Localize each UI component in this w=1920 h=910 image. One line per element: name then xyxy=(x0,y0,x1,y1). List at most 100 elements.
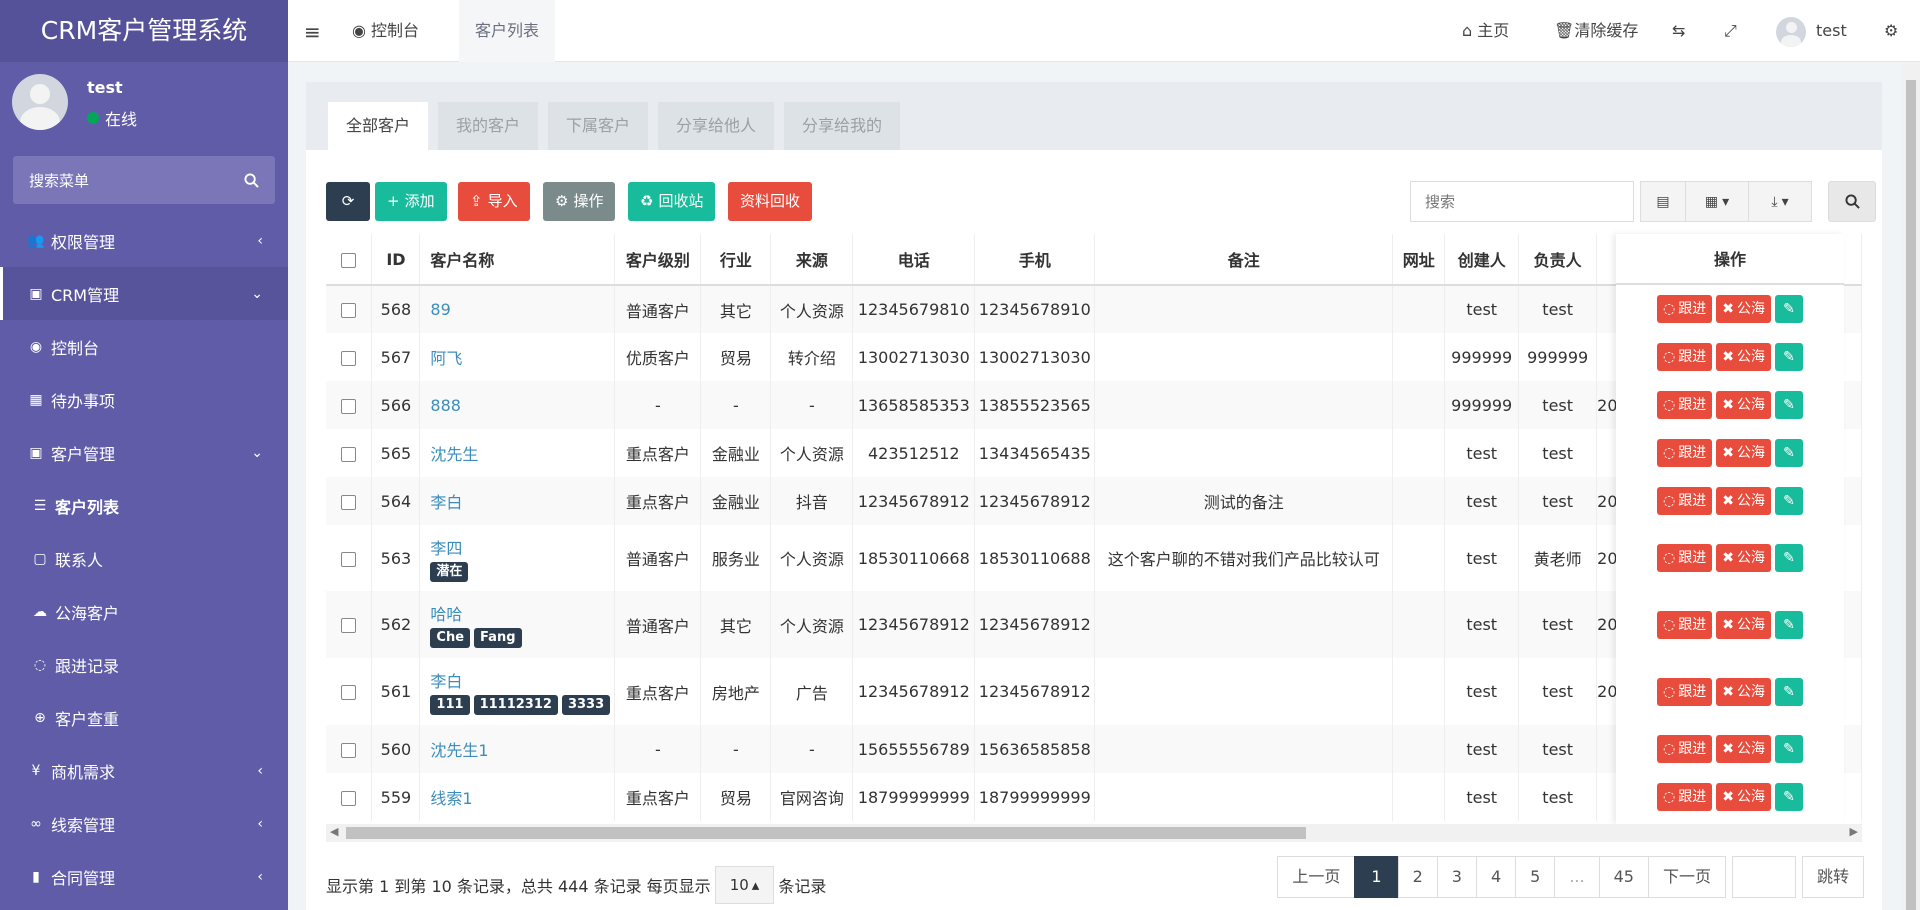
header-avatar[interactable] xyxy=(1776,17,1806,47)
fullscreen-icon[interactable]: ⤢ xyxy=(1724,0,1737,62)
sidebar-item-8[interactable]: ◌ 跟进记录 xyxy=(0,638,288,691)
customer-name-link[interactable]: 李白 xyxy=(430,489,613,513)
follow-up-button[interactable]: ◌ 跟进 xyxy=(1657,610,1713,639)
scroll-right-icon[interactable]: ▶ xyxy=(1850,825,1858,838)
row-checkbox[interactable] xyxy=(326,658,373,725)
tab-all-customers[interactable]: 全部客户 xyxy=(328,102,429,150)
checkbox[interactable] xyxy=(341,446,357,462)
page-button[interactable]: 4 xyxy=(1475,856,1517,898)
checkbox[interactable] xyxy=(341,350,357,366)
customer-name-link[interactable]: 沈先生1 xyxy=(430,737,613,761)
move-to-pool-button[interactable]: ✖ 公海 xyxy=(1716,487,1771,515)
customer-name-link[interactable]: 哈哈 xyxy=(430,601,613,625)
sidebar-item-10[interactable]: ¥ 商机需求 ‹ xyxy=(0,744,288,797)
scroll-left-icon[interactable]: ◀ xyxy=(330,825,338,838)
follow-up-button[interactable]: ◌ 跟进 xyxy=(1657,783,1713,811)
move-to-pool-button[interactable]: ✖ 公海 xyxy=(1716,610,1771,639)
clear-cache-button[interactable]: 🗑清除缓存 xyxy=(1554,0,1638,62)
sidebar-item-2[interactable]: ◉ 控制台 xyxy=(0,320,288,373)
edit-button[interactable]: ✎ xyxy=(1774,343,1803,371)
sidebar-item-6[interactable]: ▢ 联系人 xyxy=(0,532,288,585)
follow-up-button[interactable]: ◌ 跟进 xyxy=(1657,735,1713,763)
sidebar-item-4[interactable]: ▣ 客户管理 ⌄ xyxy=(0,426,288,479)
col-header[interactable]: 客户名称 xyxy=(419,234,616,286)
move-to-pool-button[interactable]: ✖ 公海 xyxy=(1716,439,1771,467)
vertical-scroll-thumb[interactable] xyxy=(1906,80,1916,910)
follow-up-button[interactable]: ◌ 跟进 xyxy=(1657,391,1713,419)
follow-up-button[interactable]: ◌ 跟进 xyxy=(1657,544,1713,572)
customer-name-link[interactable]: 李白 xyxy=(430,668,613,692)
row-checkbox[interactable] xyxy=(326,773,373,821)
move-to-pool-button[interactable]: ✖ 公海 xyxy=(1716,295,1771,323)
move-to-pool-button[interactable]: ✖ 公海 xyxy=(1716,343,1771,371)
advanced-search-button[interactable] xyxy=(1828,181,1876,222)
tab-sub-customers[interactable]: 下属客户 xyxy=(548,102,649,150)
customer-name-cell[interactable]: 沈先生1 xyxy=(419,725,616,773)
prev-page-button[interactable]: 上一页 xyxy=(1277,856,1356,898)
search-icon[interactable] xyxy=(244,172,259,188)
page-button[interactable]: ... xyxy=(1554,856,1600,898)
horizontal-scrollbar[interactable]: ◀ ▶ xyxy=(326,824,1862,842)
checkbox[interactable] xyxy=(341,494,357,510)
customer-name-link[interactable]: 89 xyxy=(430,300,613,319)
col-header[interactable]: 备注 xyxy=(1094,234,1394,286)
sidebar-item-1[interactable]: ▣ CRM管理 ⌄ xyxy=(0,267,288,320)
tab-shared-to-me[interactable]: 分享给我的 xyxy=(784,102,901,150)
home-link[interactable]: ⌂ 主页 xyxy=(1462,0,1509,62)
refresh-button[interactable]: ⟳ xyxy=(326,182,370,221)
row-checkbox[interactable] xyxy=(326,381,373,429)
operate-button[interactable]: ⚙ 操作 xyxy=(543,182,616,221)
move-to-pool-button[interactable]: ✖ 公海 xyxy=(1716,391,1771,419)
header-user-name[interactable]: test xyxy=(1816,0,1847,62)
sidebar-item-0[interactable]: 👥 权限管理 ‹ xyxy=(0,214,288,267)
sidebar-item-7[interactable]: ☁ 公海客户 xyxy=(0,585,288,638)
jump-button[interactable]: 跳转 xyxy=(1801,856,1864,898)
table-search-input[interactable] xyxy=(1410,181,1634,222)
col-header[interactable]: 客户级别 xyxy=(614,234,702,286)
row-checkbox[interactable] xyxy=(326,591,373,658)
follow-up-button[interactable]: ◌ 跟进 xyxy=(1657,439,1713,467)
tab-dashboard[interactable]: ◉ 控制台 xyxy=(336,0,435,62)
edit-button[interactable]: ✎ xyxy=(1774,439,1803,467)
edit-button[interactable]: ✎ xyxy=(1774,610,1803,639)
checkbox[interactable] xyxy=(341,618,357,633)
edit-button[interactable]: ✎ xyxy=(1774,544,1803,572)
menu-toggle-icon[interactable]: ≡ xyxy=(304,20,321,44)
edit-button[interactable]: ✎ xyxy=(1774,487,1803,515)
col-header[interactable]: 创建人 xyxy=(1444,234,1520,286)
vertical-scrollbar[interactable] xyxy=(1902,62,1920,910)
page-button[interactable]: 45 xyxy=(1598,856,1649,898)
page-button[interactable]: 1 xyxy=(1354,856,1399,898)
edit-button[interactable]: ✎ xyxy=(1774,735,1803,763)
customer-name-link[interactable]: 线索1 xyxy=(430,785,613,809)
recycle-bin-button[interactable]: ♻ 回收站 xyxy=(628,182,716,221)
customer-name-link[interactable]: 李四 xyxy=(430,535,613,559)
move-to-pool-button[interactable]: ✖ 公海 xyxy=(1716,783,1771,811)
customer-name-cell[interactable]: 888 xyxy=(419,381,616,429)
row-checkbox[interactable] xyxy=(326,429,373,477)
edit-button[interactable]: ✎ xyxy=(1774,391,1803,419)
row-checkbox[interactable] xyxy=(326,477,373,525)
tab-shared-to-others[interactable]: 分享给他人 xyxy=(658,102,775,150)
customer-name-link[interactable]: 888 xyxy=(430,396,613,415)
export-button[interactable]: ⤓ ▾ xyxy=(1748,181,1812,222)
col-header[interactable]: 负责人 xyxy=(1518,234,1598,286)
checkbox[interactable] xyxy=(341,303,357,318)
edit-button[interactable]: ✎ xyxy=(1774,677,1803,706)
customer-name-cell[interactable]: 李白 111 11112312 3333 xyxy=(419,658,616,725)
customer-name-cell[interactable]: 李白 xyxy=(419,477,616,525)
page-size-select[interactable]: 10 ▴ xyxy=(714,866,775,904)
menu-search-input[interactable]: 搜索菜单 xyxy=(13,156,275,204)
settings-icon[interactable]: ⚙ xyxy=(1884,0,1898,62)
language-icon[interactable]: ⇆ xyxy=(1672,0,1685,62)
row-checkbox[interactable] xyxy=(326,725,373,773)
sidebar-item-3[interactable]: ▦ 待办事项 xyxy=(0,373,288,426)
sidebar-item-9[interactable]: ⊕ 客户查重 xyxy=(0,691,288,744)
row-checkbox[interactable] xyxy=(326,333,373,381)
sidebar-item-5[interactable]: ☰ 客户列表 xyxy=(0,479,288,532)
customer-name-cell[interactable]: 阿飞 xyxy=(419,333,616,381)
customer-name-cell[interactable]: 89 xyxy=(419,285,616,333)
checkbox[interactable] xyxy=(341,685,357,700)
customer-name-cell[interactable]: 沈先生 xyxy=(419,429,616,477)
customer-name-link[interactable]: 阿飞 xyxy=(430,345,613,369)
